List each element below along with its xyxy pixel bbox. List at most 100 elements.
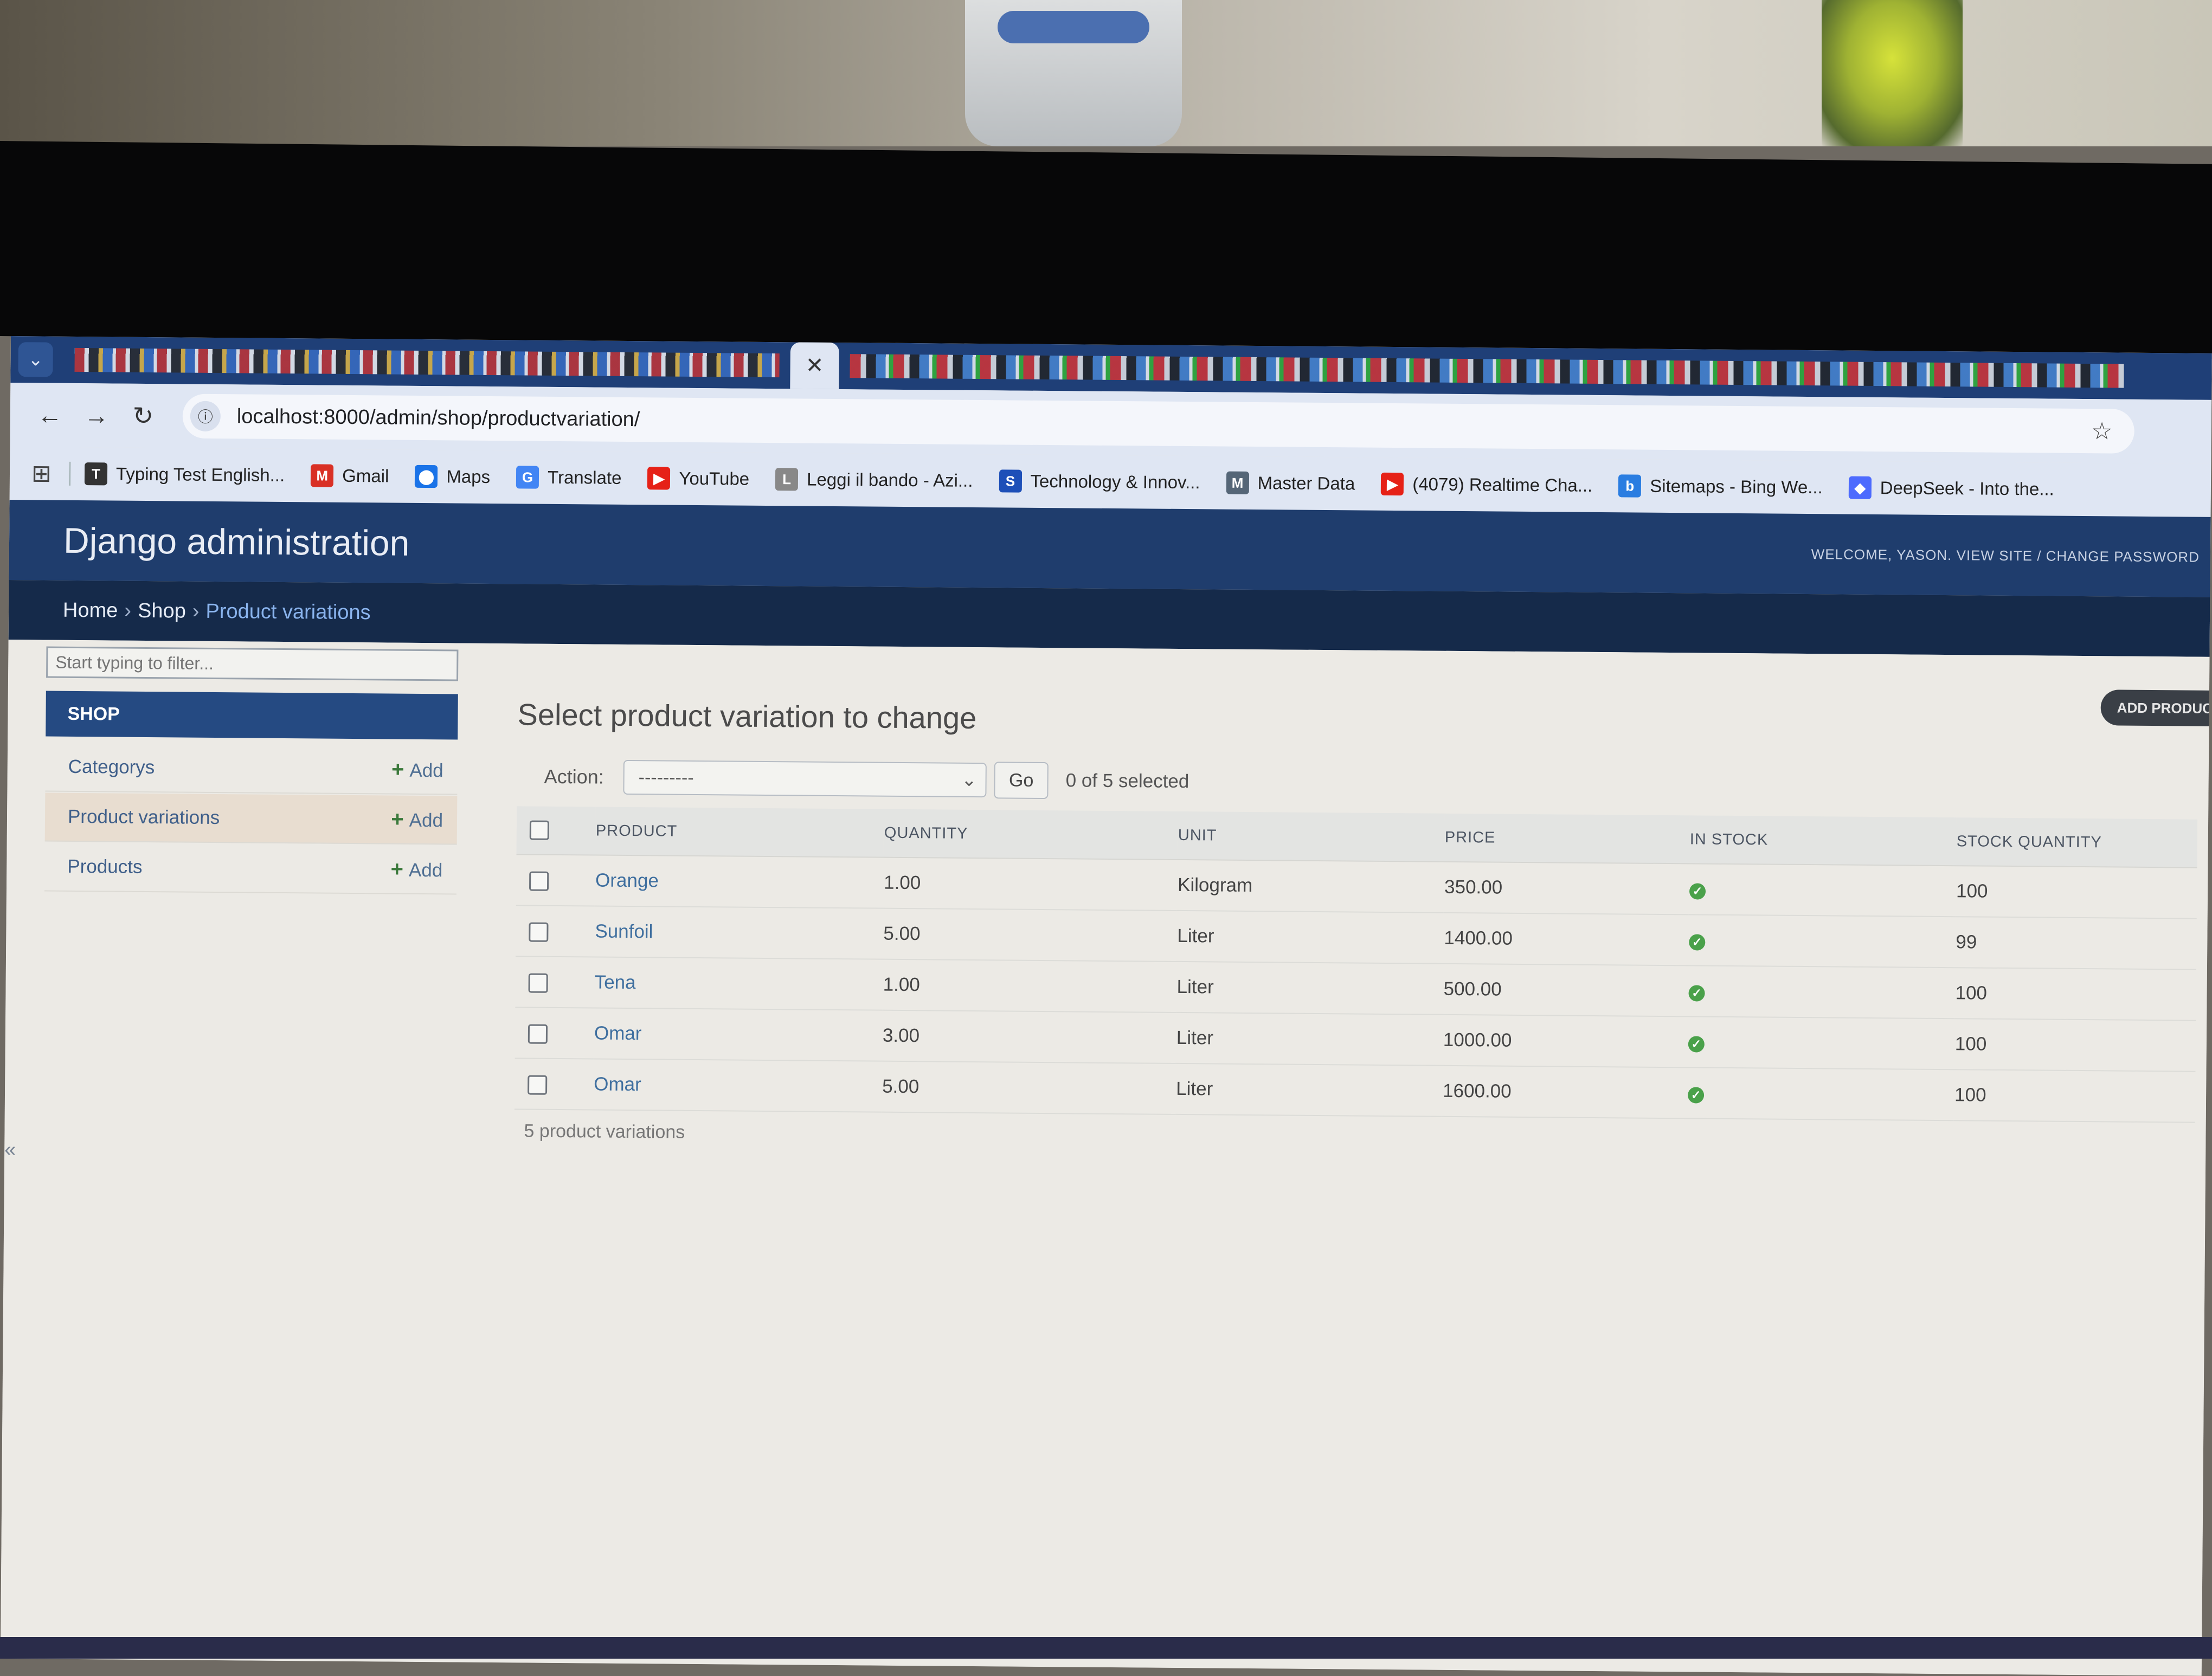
site-info-icon[interactable]: ⓘ [190, 401, 221, 432]
check-circle-icon: ✓ [1688, 985, 1705, 1002]
close-tab-icon[interactable]: ✕ [806, 353, 824, 378]
bookmark-item[interactable]: ◆ DeepSeek - Into the... [1848, 476, 2054, 501]
bookmark-label: Maps [446, 466, 491, 487]
add-products-link[interactable]: + Add [390, 857, 442, 882]
bookmark-star-icon[interactable]: ☆ [2091, 417, 2113, 445]
sidebar-item-product-variations: Product variations + Add [44, 792, 458, 845]
results-table: PRODUCT QUANTITY UNIT PRICE IN STOCK STO… [514, 806, 2198, 1123]
row-checkbox[interactable] [528, 1024, 548, 1044]
model-link-product-variations[interactable]: Product variations [68, 806, 220, 829]
stock-quantity-cell: 100 [1954, 968, 2196, 1021]
bookmark-favicon-icon: T [84, 462, 108, 486]
back-icon[interactable]: ← [27, 400, 73, 430]
apps-grid-icon[interactable]: ⊞ [31, 460, 64, 487]
action-select-value: --------- [638, 766, 694, 788]
bookmark-item[interactable]: b Sitemaps - Bing We... [1618, 474, 1823, 499]
add-product-variations-link[interactable]: + Add [391, 807, 443, 832]
price-cell: 1400.00 [1443, 912, 1689, 966]
taskbar [0, 1637, 2212, 1659]
bookmark-label: Sitemaps - Bing We... [1650, 475, 1823, 498]
row-checkbox[interactable] [529, 922, 549, 942]
column-in-stock[interactable]: IN STOCK [1689, 815, 1957, 866]
quantity-cell: 1.00 [883, 857, 1178, 911]
bookmark-item[interactable]: ▶ YouTube [647, 467, 749, 490]
product-cell: Omar [593, 1059, 882, 1112]
plant [1822, 0, 1963, 146]
select-all-checkbox[interactable] [529, 820, 550, 840]
column-price[interactable]: PRICE [1444, 813, 1690, 864]
user-tools[interactable]: WELCOME, YASON. VIEW SITE / CHANGE PASSW… [1811, 546, 2200, 566]
bookmark-label: Leggi il bando - Azi... [806, 469, 973, 491]
price-cell: 350.00 [1443, 861, 1689, 915]
go-button[interactable]: Go [994, 762, 1049, 800]
photo-background [0, 0, 2212, 146]
bookmark-favicon-icon: S [999, 469, 1022, 493]
price-cell: 1000.00 [1442, 1014, 1688, 1068]
bookmark-label: (4079) Realtime Cha... [1412, 474, 1593, 495]
product-link[interactable]: Tena [595, 971, 636, 993]
monitor-bezel [0, 141, 2212, 359]
bookmark-item[interactable]: M Master Data [1226, 471, 1355, 495]
product-link[interactable]: Omar [594, 1022, 642, 1044]
column-quantity[interactable]: QUANTITY [883, 809, 1178, 860]
column-product[interactable]: PRODUCT [595, 807, 884, 858]
product-cell: Sunfoil [594, 906, 883, 959]
bookmark-list: T Typing Test English... M Gmail ⬤ Maps G Trans… [84, 462, 2080, 501]
bookmark-item[interactable]: L Leggi il bando - Azi... [775, 468, 973, 492]
model-link-products[interactable]: Products [67, 856, 142, 878]
row-select-cell [516, 905, 595, 957]
row-checkbox[interactable] [528, 1075, 548, 1095]
changelist: Select product variation to change ADD P… [510, 643, 2212, 1675]
bookmark-favicon-icon: ▶ [1381, 472, 1404, 496]
column-stock-quantity[interactable]: STOCK QUANTITY [1956, 817, 2198, 868]
in-stock-cell: ✓ [1688, 914, 1956, 968]
action-select[interactable]: --------- ⌄ [623, 759, 987, 798]
plus-icon: + [391, 757, 404, 782]
product-link[interactable]: Sunfoil [595, 920, 653, 942]
nav-filter-input[interactable] [46, 646, 459, 681]
result-count: 5 product variations [524, 1120, 685, 1143]
bookmark-item[interactable]: S Technology & Innov... [999, 469, 1200, 494]
in-stock-cell: ✓ [1687, 1067, 1954, 1121]
address-bar[interactable]: ⓘ localhost:8000/admin/shop/productvaria… [182, 394, 2135, 454]
stock-quantity-cell: 99 [1954, 917, 2197, 970]
bookmark-item[interactable]: ⬤ Maps [415, 465, 490, 488]
site-branding[interactable]: Django administration [63, 520, 410, 564]
row-checkbox[interactable] [529, 871, 549, 891]
unit-cell: Liter [1175, 1012, 1443, 1066]
bookmark-item[interactable]: ▶ (4079) Realtime Cha... [1381, 472, 1593, 497]
product-link[interactable]: Omar [594, 1073, 641, 1095]
bookmark-favicon-icon: b [1618, 474, 1642, 498]
check-circle-icon: ✓ [1688, 1036, 1705, 1053]
model-link-categorys[interactable]: Categorys [68, 756, 155, 778]
check-circle-icon: ✓ [1689, 883, 1706, 900]
bookmark-label: Translate [547, 467, 622, 488]
active-tab[interactable]: ✕ [790, 342, 839, 389]
url-text[interactable]: localhost:8000/admin/shop/productvariati… [237, 405, 640, 431]
bookmark-item[interactable]: T Typing Test English... [84, 462, 285, 487]
bookmark-item[interactable]: M Gmail [311, 464, 389, 487]
column-unit[interactable]: UNIT [1177, 811, 1445, 862]
breadcrumb-current: Product variations [205, 600, 371, 624]
toggle-nav-sidebar[interactable]: « [4, 1138, 16, 1162]
bookmark-label: Technology & Innov... [1030, 470, 1200, 493]
row-checkbox[interactable] [528, 973, 548, 993]
reload-icon[interactable]: ↻ [120, 401, 166, 431]
other-tabs[interactable] [850, 354, 2124, 388]
module-caption-shop[interactable]: SHOP [46, 691, 458, 740]
price-cell: 500.00 [1443, 963, 1688, 1017]
page-title: Select product variation to change [517, 697, 977, 735]
add-product-variation-button[interactable]: ADD PRODUCT VARIATION + [2100, 689, 2212, 727]
bookmark-item[interactable]: G Translate [516, 466, 622, 489]
pinned-tabs[interactable] [74, 347, 780, 378]
plus-icon: + [391, 807, 404, 831]
breadcrumb-shop[interactable]: Shop [138, 599, 186, 623]
product-link[interactable]: Orange [595, 869, 659, 891]
action-label: Action: [544, 765, 604, 788]
stock-quantity-cell: 100 [1954, 1019, 2196, 1072]
breadcrumb-home[interactable]: Home [63, 598, 118, 622]
tab-search-icon[interactable]: ⌄ [18, 342, 53, 377]
forward-icon[interactable]: → [73, 401, 120, 430]
add-categorys-link[interactable]: + Add [391, 757, 443, 782]
quantity-cell: 1.00 [882, 959, 1177, 1013]
